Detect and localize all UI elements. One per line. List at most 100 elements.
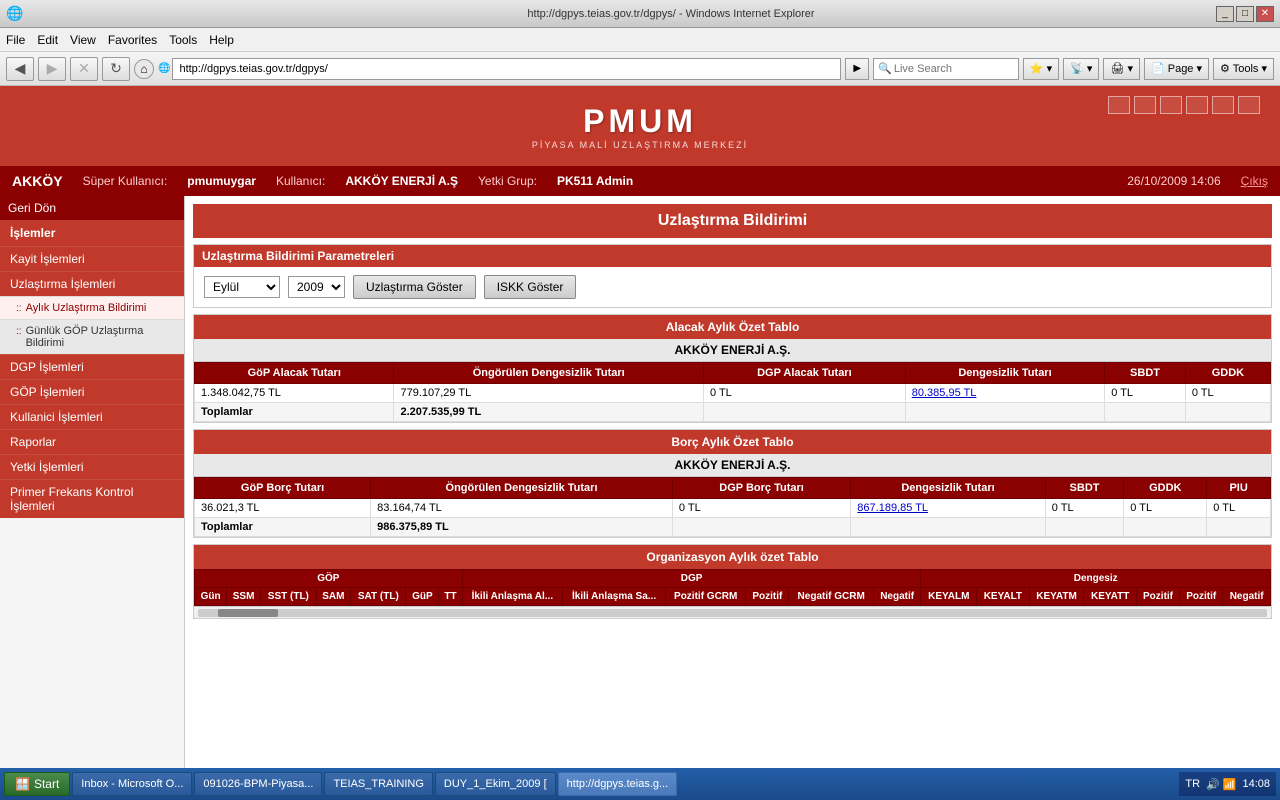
year-select[interactable]: 20092010	[288, 276, 345, 298]
refresh-button[interactable]: ↻	[102, 57, 130, 81]
org-col-negatif-gcrm: Negatif GCRM	[789, 588, 873, 606]
uzlastirma-goster-button[interactable]: Uzlaştırma Göster	[353, 275, 476, 299]
org-col-den-poz2: Pozitif	[1180, 588, 1223, 606]
user-bar: AKKÖY Süper Kullanıcı: pmumuygar Kullanı…	[0, 166, 1280, 196]
alacak-ongorulen-val: 779.107,29 TL	[394, 384, 704, 403]
window-title: http://dgpys.teias.gov.tr/dgpys/ - Windo…	[126, 8, 1216, 20]
sidebar-section-islemler[interactable]: İşlemler	[0, 220, 184, 246]
org-col-sst: SST (TL)	[261, 588, 317, 606]
page-content: PMUM PİYASA MALİ UZLAŞTIRMA MERKEZİ AKKÖ…	[0, 86, 1280, 776]
taskbar-item-1[interactable]: 091026-BPM-Piyasa...	[194, 772, 322, 796]
feeds-btn[interactable]: 📡 ▾	[1063, 58, 1099, 80]
menu-favorites[interactable]: Favorites	[108, 33, 157, 47]
borc-col-gddk: GDDK	[1124, 478, 1207, 499]
alacak-col-dgp: DGP Alacak Tutarı	[703, 363, 905, 384]
sidebar-item-kayit[interactable]: Kayit İşlemleri	[0, 246, 184, 271]
borc-section: Borç Aylık Özet Tablo AKKÖY ENERJİ A.Ş. …	[193, 429, 1272, 538]
borc-col-piu: PIU	[1207, 478, 1271, 499]
menu-bar: File Edit View Favorites Tools Help	[0, 28, 1280, 52]
borc-col-sbdt: SBDT	[1045, 478, 1124, 499]
taskbar-item-3[interactable]: DUY_1_Ekim_2009 [	[435, 772, 556, 796]
org-col-tt: TT	[439, 588, 463, 606]
borc-total-label: Toplamlar	[195, 518, 371, 537]
params-header: Uzlaştırma Bildirimi Parametreleri	[194, 245, 1271, 267]
alacak-total-row: Toplamlar 2.207.535,99 TL	[195, 403, 1271, 422]
station-label: AKKÖY	[12, 173, 63, 189]
go-button[interactable]: ▶	[845, 58, 869, 80]
favorites-btn[interactable]: ⭐ ▾	[1023, 58, 1059, 80]
sidebar-item-gop[interactable]: GÖP İşlemleri	[0, 379, 184, 404]
sidebar-sub-gunluk[interactable]: :: Günlük GÖP Uzlaştırma Bildirimi	[0, 319, 184, 354]
start-button[interactable]: 🪟 Start	[4, 772, 70, 796]
close-button[interactable]: ✕	[1256, 6, 1274, 22]
taskbar-item-4[interactable]: http://dgpys.teias.g...	[558, 772, 678, 796]
menu-view[interactable]: View	[70, 33, 96, 47]
forward-button[interactable]: ▶	[38, 57, 66, 81]
alacak-col-ongorulen: Öngörülen Dengesizlik Tutarı	[394, 363, 704, 384]
taskbar-item-2[interactable]: TEIAS_TRAINING	[324, 772, 432, 796]
org-col-pozitif-gcrm: Pozitif GCRM	[666, 588, 746, 606]
tray-icons: 🔊 📶	[1206, 778, 1236, 791]
org-col-sat: SAT (TL)	[351, 588, 406, 606]
alacak-dgp-val: 0 TL	[703, 384, 905, 403]
sidebar-item-dgp[interactable]: DGP İşlemleri	[0, 354, 184, 379]
menu-edit[interactable]: Edit	[37, 33, 58, 47]
alacak-table: GöP Alacak Tutarı Öngörülen Dengesizlik …	[194, 362, 1271, 422]
org-col-gun: Gün	[195, 588, 227, 606]
borc-table: GöP Borç Tutarı Öngörülen Dengesizlik Tu…	[194, 477, 1271, 537]
params-section: Uzlaştırma Bildirimi Parametreleri OcakŞ…	[193, 244, 1272, 308]
maximize-button[interactable]: □	[1236, 6, 1254, 22]
home-button[interactable]: ⌂	[134, 59, 154, 79]
address-bar[interactable]	[172, 58, 841, 80]
alacak-sbdt-val: 0 TL	[1105, 384, 1186, 403]
search-input[interactable]	[894, 63, 1014, 75]
org-col-ikili-al: İkili Anlaşma Al...	[462, 588, 562, 606]
taskbar-tray: TR 🔊 📶 14:08	[1179, 772, 1276, 796]
alacak-dengesizlik-val[interactable]: 80.385,95 TL	[905, 384, 1104, 403]
sidebar-item-kullanici[interactable]: Kullanici İşlemleri	[0, 404, 184, 429]
sidebar-sub-aylik[interactable]: :: Aylık Uzlaştırma Bildirimi	[0, 296, 184, 319]
org-col-gup: GüP	[406, 588, 439, 606]
menu-file[interactable]: File	[6, 33, 25, 47]
alacak-gddk-val: 0 TL	[1185, 384, 1270, 403]
org-table: GÖP DGP Dengesiz Gün SSM SST (TL) SAM SA…	[194, 569, 1271, 606]
sidebar: Geri Dön İşlemler Kayit İşlemleri Uzlaşt…	[0, 196, 185, 776]
menu-tools[interactable]: Tools	[169, 33, 197, 47]
page-btn[interactable]: 📄 Page ▾	[1144, 58, 1209, 80]
alacak-total-value: 2.207.535,99 TL	[394, 403, 704, 422]
borc-col-dgp: DGP Borç Tutarı	[672, 478, 850, 499]
org-col-ikili-sa: İkili Anlaşma Sa...	[562, 588, 665, 606]
tray-time: 14:08	[1242, 778, 1270, 790]
table-row: 36.021,3 TL 83.164,74 TL 0 TL 867.189,85…	[195, 499, 1271, 518]
iskk-goster-button[interactable]: ISKK Göster	[484, 275, 577, 299]
org-gop-group: GÖP	[195, 570, 463, 588]
sidebar-item-uzlastirma[interactable]: Uzlaştırma İşlemleri	[0, 271, 184, 296]
sidebar-item-yetki[interactable]: Yetki İşlemleri	[0, 454, 184, 479]
tools-btn[interactable]: ⚙ Tools ▾	[1213, 58, 1274, 80]
taskbar-item-0[interactable]: Inbox - Microsoft O...	[72, 772, 192, 796]
header-decoration	[1108, 96, 1260, 114]
taskbar: 🪟 Start Inbox - Microsoft O... 091026-BP…	[0, 768, 1280, 800]
alacak-header: Alacak Aylık Özet Tablo	[194, 315, 1271, 339]
sidebar-back[interactable]: Geri Dön	[0, 196, 184, 220]
minimize-button[interactable]: _	[1216, 6, 1234, 22]
sidebar-item-raporlar[interactable]: Raporlar	[0, 429, 184, 454]
stop-button[interactable]: ✕	[70, 57, 98, 81]
borc-piu-val: 0 TL	[1207, 499, 1271, 518]
sidebar-item-primer[interactable]: Primer Frekans Kontrol İşlemleri	[0, 479, 184, 518]
org-col-keyalt: KEYALT	[977, 588, 1029, 606]
exit-link[interactable]: Çıkış	[1241, 174, 1268, 188]
org-col-den-poz: Pozitif	[1136, 588, 1179, 606]
back-button[interactable]: ◀	[6, 57, 34, 81]
menu-help[interactable]: Help	[209, 33, 234, 47]
title-bar: 🌐 http://dgpys.teias.gov.tr/dgpys/ - Win…	[0, 0, 1280, 28]
borc-col-gop: GöP Borç Tutarı	[195, 478, 371, 499]
borc-dengesizlik-val[interactable]: 867.189,85 TL	[851, 499, 1045, 518]
borc-col-ongorulen: Öngörülen Dengesizlik Tutarı	[371, 478, 673, 499]
month-select[interactable]: OcakŞubatMartNisan MayısHaziranTemmuzAğu…	[204, 276, 280, 298]
alacak-col-gddk: GDDK	[1185, 363, 1270, 384]
params-body: OcakŞubatMartNisan MayısHaziranTemmuzAğu…	[194, 267, 1271, 307]
print-btn[interactable]: 🖨 ▾	[1103, 58, 1140, 80]
super-user-value: pmumuygar	[187, 174, 256, 188]
org-col-den-neg: Negatif	[1223, 588, 1271, 606]
